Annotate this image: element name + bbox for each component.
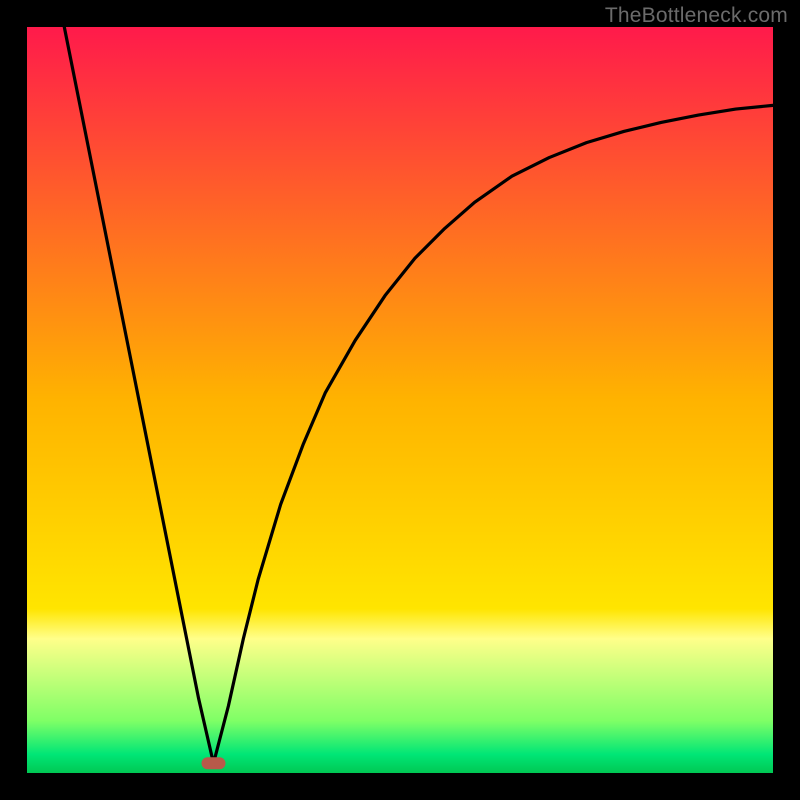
min-marker xyxy=(202,757,226,769)
chart-plot xyxy=(27,27,773,773)
chart-frame xyxy=(27,27,773,773)
watermark-text: TheBottleneck.com xyxy=(605,4,788,28)
